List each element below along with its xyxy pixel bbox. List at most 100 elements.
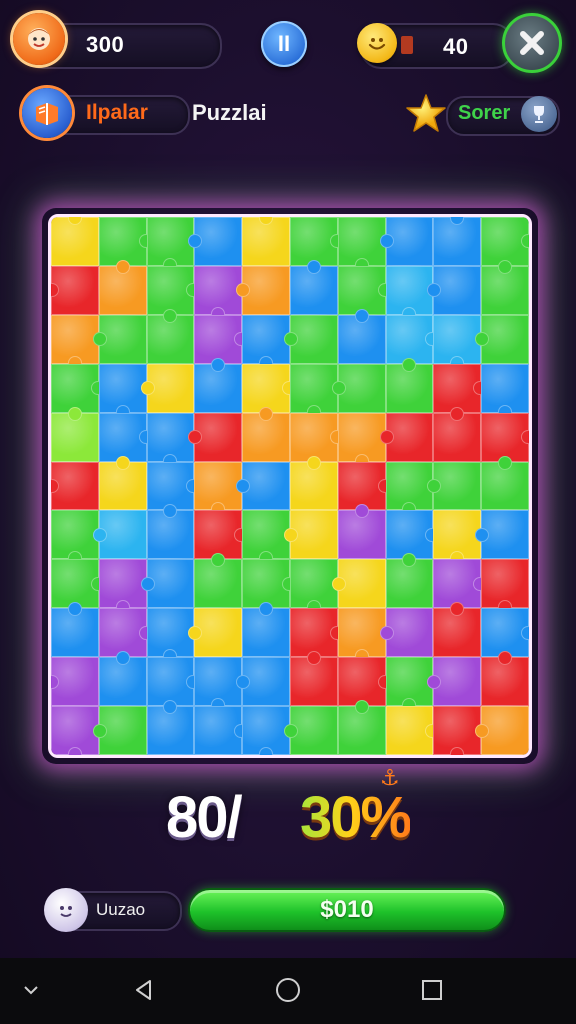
puzzle-piece[interactable] — [98, 608, 153, 658]
puzzle-piece[interactable] — [289, 559, 338, 615]
puzzle-piece[interactable] — [337, 308, 386, 364]
buy-button[interactable]: $010 — [188, 888, 506, 932]
puzzle-piece[interactable] — [194, 357, 243, 413]
puzzle-piece[interactable] — [146, 700, 195, 755]
puzzle-piece[interactable] — [51, 265, 99, 315]
puzzle-piece[interactable] — [140, 363, 195, 413]
puzzle-piece[interactable] — [188, 217, 243, 266]
puzzle-piece[interactable] — [331, 559, 386, 609]
puzzle-piece[interactable] — [289, 651, 338, 707]
puzzle-piece[interactable] — [98, 363, 147, 419]
close-button[interactable] — [502, 13, 562, 73]
puzzle-piece[interactable] — [481, 259, 529, 315]
puzzle-piece[interactable] — [51, 657, 99, 707]
puzzle-piece[interactable] — [194, 314, 249, 364]
puzzle-piece[interactable] — [242, 510, 290, 566]
puzzle-piece[interactable] — [481, 363, 529, 419]
puzzle-piece[interactable] — [51, 559, 105, 609]
puzzle-piece[interactable] — [98, 259, 147, 315]
puzzle-piece[interactable] — [140, 559, 195, 609]
puzzle-piece[interactable] — [283, 314, 338, 364]
puzzle-piece[interactable] — [188, 412, 243, 462]
puzzle-piece[interactable] — [146, 412, 195, 468]
puzzle-piece[interactable] — [433, 602, 482, 658]
puzzle-piece[interactable] — [289, 259, 338, 315]
puzzle-piece[interactable] — [283, 706, 338, 755]
puzzle-piece[interactable] — [146, 657, 201, 707]
puzzle-piece[interactable] — [337, 217, 386, 272]
puzzle-piece[interactable] — [51, 314, 99, 370]
puzzle-piece[interactable] — [146, 265, 201, 315]
puzzle-piece[interactable] — [98, 455, 147, 511]
puzzle-piece[interactable] — [194, 706, 249, 755]
puzzle-piece[interactable] — [242, 559, 296, 609]
puzzle-piece[interactable] — [146, 608, 195, 664]
puzzle-piece[interactable] — [427, 265, 482, 315]
puzzle-piece[interactable] — [385, 357, 434, 413]
puzzle-piece[interactable] — [146, 461, 201, 511]
puzzle-piece[interactable] — [385, 510, 440, 560]
puzzle-piece[interactable] — [337, 265, 392, 315]
puzzle-piece[interactable] — [92, 314, 147, 364]
puzzle-piece[interactable] — [379, 217, 434, 266]
puzzle-piece[interactable] — [194, 265, 243, 321]
nav-home-button[interactable] — [273, 975, 303, 1005]
puzzle-piece[interactable] — [385, 265, 434, 321]
puzzle-piece[interactable] — [194, 553, 243, 609]
pause-button[interactable]: II — [261, 21, 307, 67]
puzzle-piece[interactable] — [289, 217, 344, 266]
puzzle-piece[interactable] — [385, 706, 440, 755]
puzzle-piece[interactable] — [51, 706, 99, 755]
nav-recents-button[interactable] — [417, 975, 447, 1005]
puzzle-piece[interactable] — [236, 657, 290, 707]
puzzle-piece[interactable] — [194, 510, 249, 560]
trophy-button[interactable] — [521, 96, 557, 132]
puzzle-piece[interactable] — [337, 700, 386, 755]
puzzle-piece[interactable] — [427, 657, 482, 707]
puzzle-piece[interactable] — [51, 406, 99, 462]
puzzle-piece[interactable] — [433, 406, 482, 462]
nav-collapse-button[interactable] — [16, 975, 46, 1005]
puzzle-piece[interactable] — [98, 559, 147, 615]
puzzle-piece[interactable] — [146, 217, 195, 272]
puzzle-piece[interactable] — [337, 504, 386, 560]
puzzle-piece[interactable] — [242, 314, 290, 370]
puzzle-piece[interactable] — [289, 608, 344, 658]
puzzle-piece[interactable] — [98, 412, 153, 462]
puzzle-piece[interactable] — [385, 461, 434, 517]
puzzle-piece[interactable] — [427, 461, 482, 511]
puzzle-piece[interactable] — [289, 455, 338, 511]
puzzle-piece[interactable] — [481, 412, 529, 462]
puzzle-piece[interactable] — [92, 510, 147, 560]
puzzle-piece[interactable] — [475, 510, 529, 560]
puzzle-piece[interactable] — [475, 314, 529, 364]
puzzle-piece[interactable] — [51, 363, 105, 413]
puzzle-piece[interactable] — [337, 412, 386, 468]
puzzle-piece[interactable] — [379, 412, 434, 462]
puzzle-piece[interactable] — [242, 706, 290, 755]
puzzle-piece[interactable] — [242, 406, 290, 462]
puzzle-piece[interactable] — [481, 455, 529, 511]
puzzle-piece[interactable] — [51, 217, 99, 266]
nav-back-button[interactable] — [129, 975, 159, 1005]
puzzle-piece[interactable] — [92, 706, 147, 755]
ghost-icon[interactable] — [44, 888, 88, 932]
puzzle-piece[interactable] — [337, 461, 392, 511]
puzzle-piece[interactable] — [481, 559, 529, 615]
puzzle-piece[interactable] — [242, 217, 290, 266]
puzzle-piece[interactable] — [98, 217, 153, 266]
puzzle-piece[interactable] — [475, 706, 529, 755]
puzzle-piece[interactable] — [331, 363, 386, 413]
puzzle-piece[interactable] — [51, 602, 99, 658]
puzzle-piece[interactable] — [385, 314, 440, 364]
puzzle-piece[interactable] — [433, 217, 482, 266]
puzzle-piece[interactable] — [481, 608, 529, 658]
puzzle-piece[interactable] — [433, 559, 488, 609]
puzzle-piece[interactable] — [385, 657, 434, 713]
puzzle-piece[interactable] — [289, 412, 344, 462]
puzzle-piece[interactable] — [337, 608, 386, 664]
puzzle-board[interactable] — [48, 214, 532, 758]
puzzle-piece[interactable] — [242, 602, 290, 658]
puzzle-piece[interactable] — [481, 217, 529, 266]
puzzle-piece[interactable] — [146, 504, 195, 560]
